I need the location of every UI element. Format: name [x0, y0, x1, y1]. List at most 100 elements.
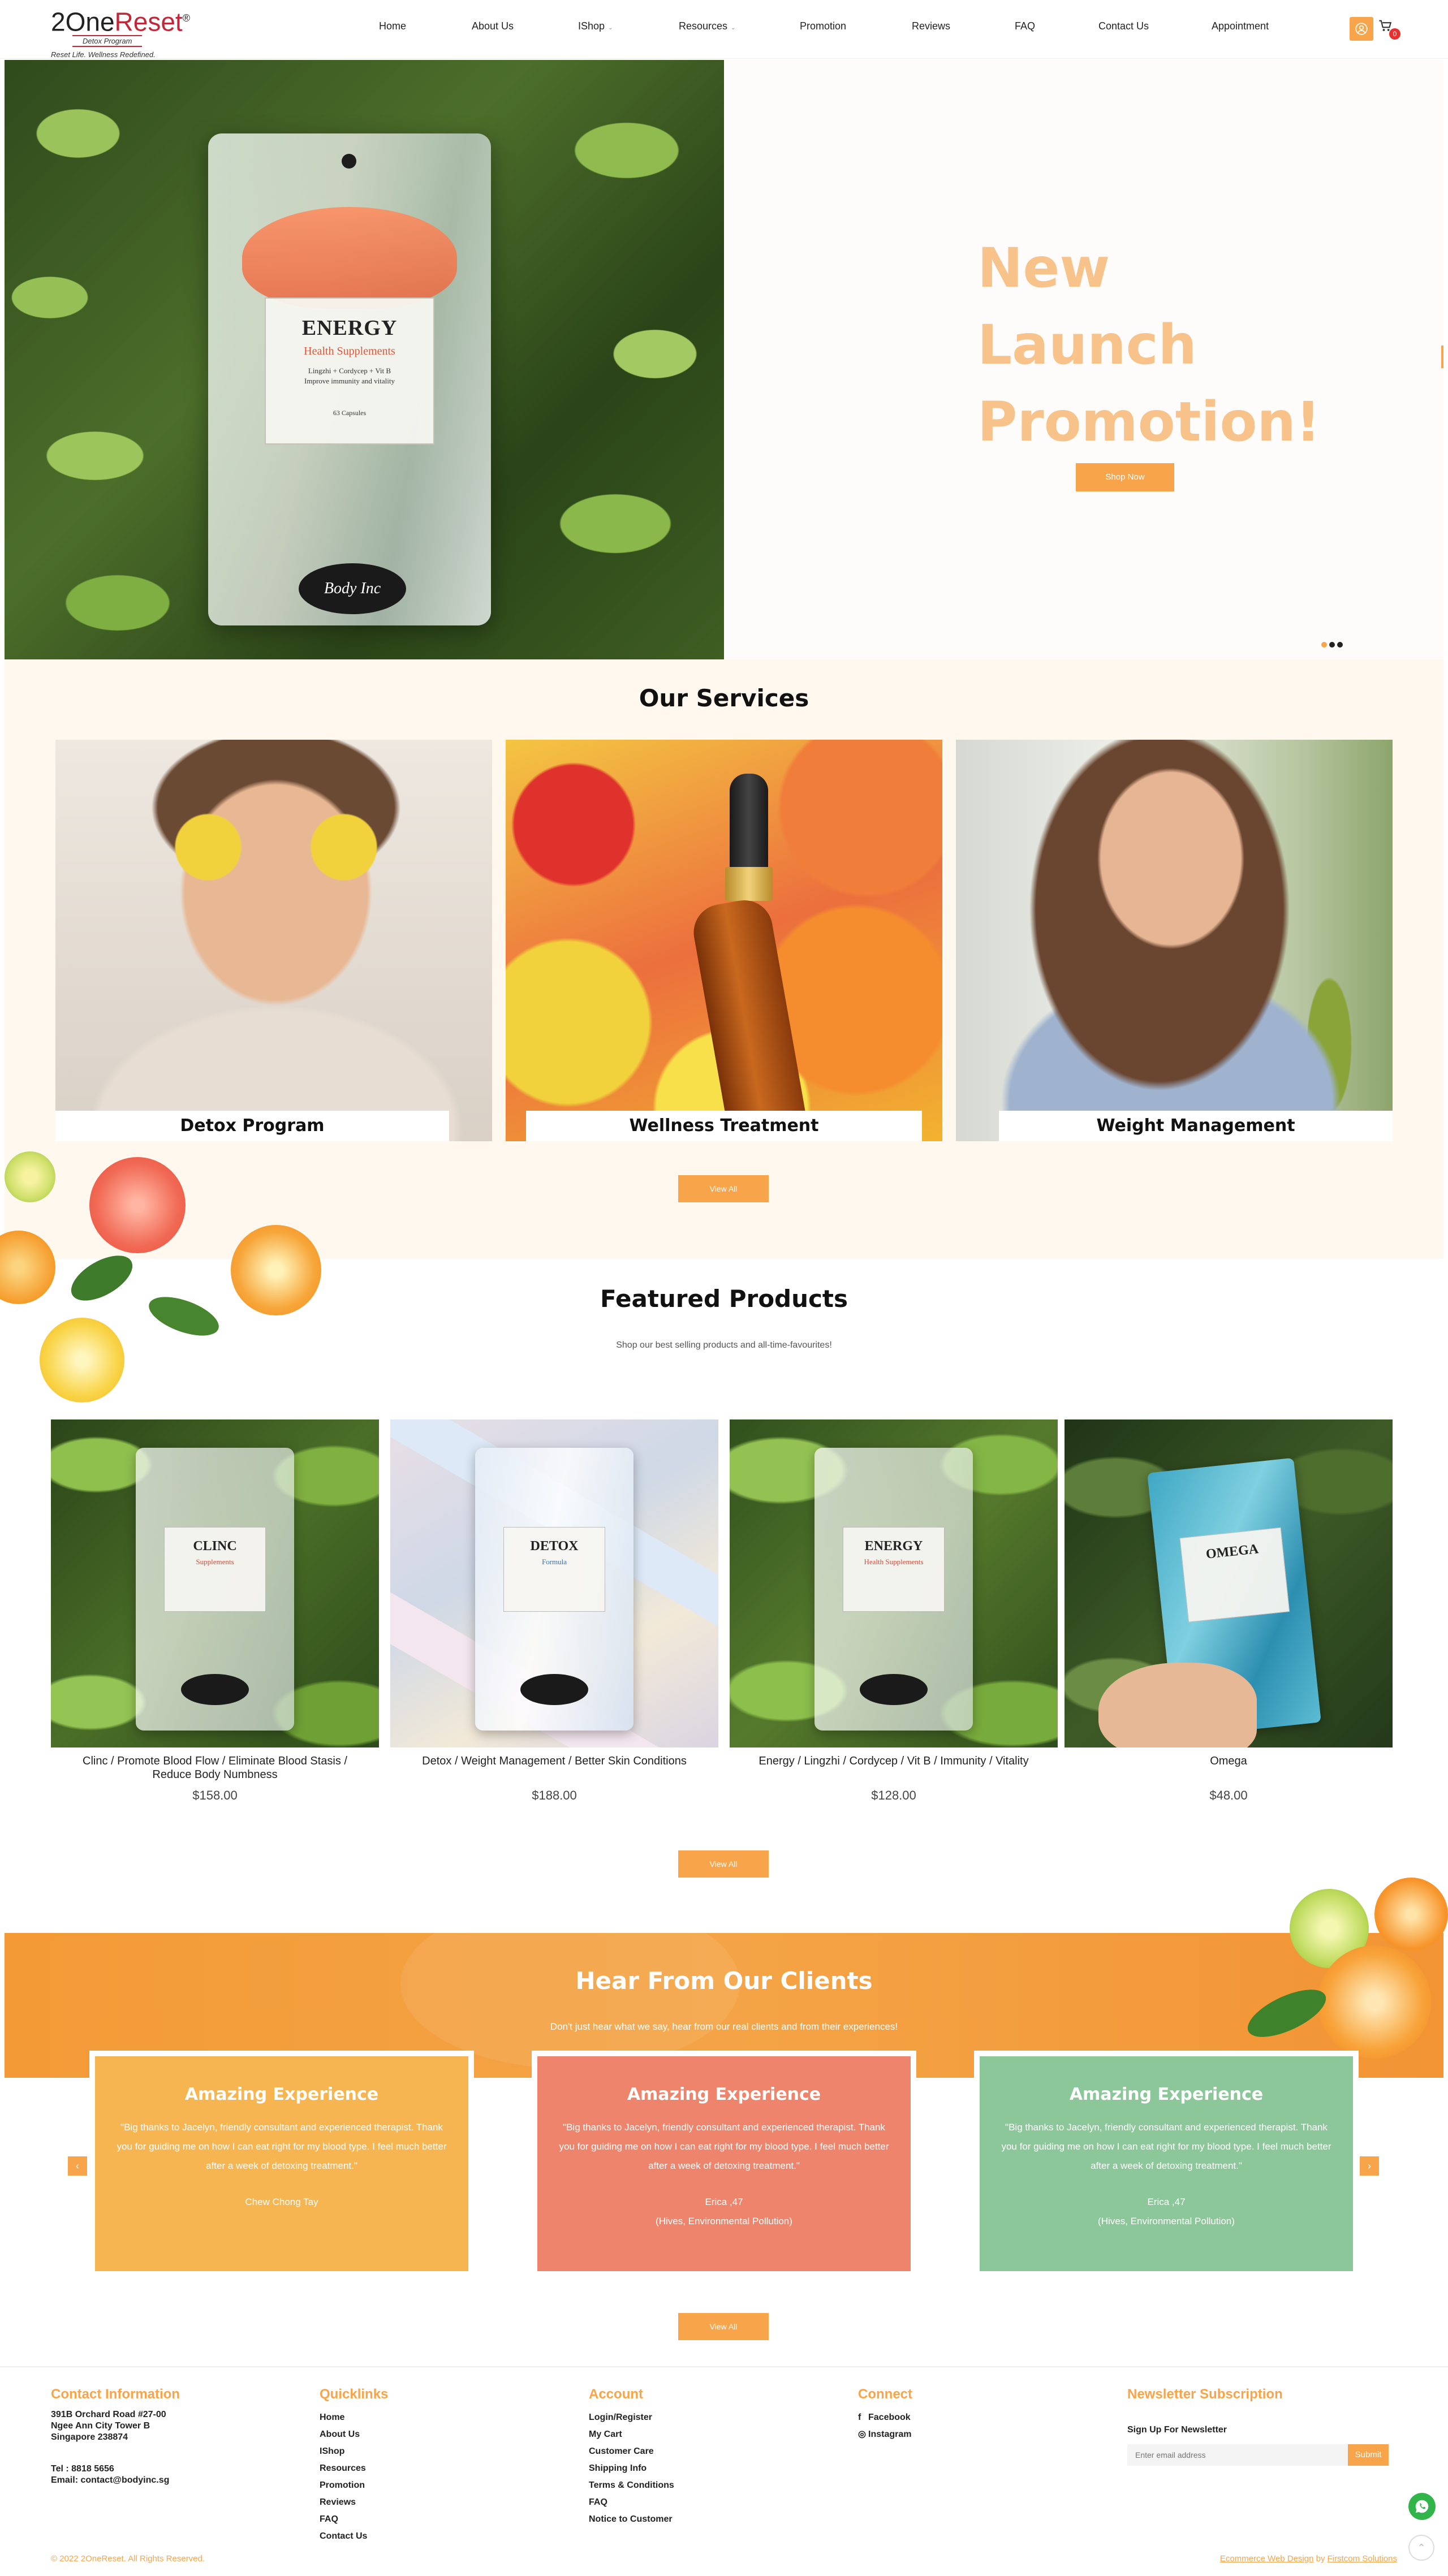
credit-link-company[interactable]: Firstcom Solutions	[1328, 2554, 1397, 2564]
cart-button[interactable]: 0	[1378, 18, 1400, 41]
service-card-weight[interactable]: Weight Management	[956, 740, 1393, 1141]
back-to-top-button[interactable]: ⌃	[1408, 2535, 1434, 2561]
credit-link-web-design[interactable]: Ecommerce Web Design	[1220, 2554, 1314, 2564]
main-nav: Home About Us IShop ⌄ Resources ⌄ Promotio…	[379, 20, 1284, 37]
pouch-label: ENERGY Health Supplements Lingzhi + Cord…	[265, 297, 434, 445]
testimonial-card: Amazing Experience "Big thanks to Jacely…	[89, 2051, 474, 2277]
footer-link-my-cart[interactable]: My Cart	[589, 2426, 674, 2443]
product-image[interactable]: ENERGY Health Supplements	[730, 1419, 1058, 1747]
logo-wordmark: 2OneReset®	[51, 7, 190, 37]
service-label: Detox Program	[55, 1111, 449, 1141]
service-image	[506, 740, 942, 1141]
whatsapp-button[interactable]	[1408, 2493, 1436, 2520]
contact-email[interactable]: Email: contact@bodyinc.sg	[51, 2475, 180, 2486]
footer-link-faq[interactable]: FAQ	[320, 2511, 388, 2528]
footer-link-login[interactable]: Login/Register	[589, 2409, 674, 2426]
featured-products-subtitle: Shop our best selling products and all-t…	[616, 1340, 832, 1350]
footer-connect: Connect f Facebook ◎ Instagram	[858, 2387, 912, 2443]
testimonial-next-button[interactable]: ›	[1360, 2156, 1379, 2176]
slider-dot[interactable]	[1321, 642, 1327, 648]
lime-decoration	[5, 1151, 55, 1202]
footer-link-terms[interactable]: Terms & Conditions	[589, 2477, 674, 2494]
account-button[interactable]	[1350, 17, 1373, 41]
footer-link-home[interactable]: Home	[320, 2409, 388, 2426]
newsletter-label: Sign Up For Newsletter	[1127, 2425, 1227, 2435]
contact-phone[interactable]: Tel : 8818 5656	[51, 2463, 180, 2475]
footer-heading: Account	[589, 2387, 643, 2402]
nav-faq[interactable]: FAQ	[1015, 20, 1035, 32]
footer-link-promotion[interactable]: Promotion	[320, 2477, 388, 2494]
pouch-title: ENERGY	[301, 316, 398, 340]
footer-account: Account Login/Register My Cart Customer …	[589, 2387, 674, 2528]
nav-resources[interactable]: Resources ⌄	[679, 20, 735, 32]
slider-dot[interactable]	[1329, 642, 1335, 648]
products-view-all-button[interactable]: View All	[678, 1850, 769, 1878]
newsletter-email-input[interactable]	[1127, 2444, 1348, 2466]
footer-heading: Newsletter Subscription	[1127, 2387, 1283, 2402]
copyright: © 2022 2OneReset. All Rights Reserved.	[51, 2554, 205, 2564]
nav-ishop[interactable]: IShop ⌄	[578, 20, 613, 32]
product-image[interactable]: CLINC Supplements	[51, 1419, 379, 1747]
product-price: $128.00	[871, 1788, 916, 1802]
slider-dot[interactable]	[1337, 642, 1343, 648]
product-price: $188.00	[532, 1788, 577, 1802]
address-line: 391B Orchard Road #27-00	[51, 2410, 166, 2419]
cart-count-badge: 0	[1389, 28, 1400, 40]
services-view-all-button[interactable]: View All	[678, 1175, 769, 1202]
testimonials-view-all-button[interactable]: View All	[678, 2313, 769, 2340]
logo[interactable]: 2OneReset® Detox Program Reset Life. Wel…	[51, 3, 190, 59]
product-name[interactable]: Energy / Lingzhi / Cordycep / Vit B / Im…	[730, 1754, 1058, 1768]
slider-scroll-indicator	[1441, 346, 1443, 368]
nav-resources-label: Resources	[679, 20, 728, 32]
pouch-subtitle: Health Supplements	[304, 345, 395, 357]
testimonial-prev-button[interactable]: ‹	[68, 2156, 87, 2176]
nav-about-us[interactable]: About Us	[472, 20, 514, 32]
service-card-wellness[interactable]: Wellness Treatment	[506, 740, 942, 1141]
footer-link-contact-us[interactable]: Contact Us	[320, 2528, 388, 2545]
service-card-detox[interactable]: Detox Program	[55, 740, 492, 1141]
footer-link-notice[interactable]: Notice to Customer	[589, 2511, 674, 2528]
orange-decoration	[1318, 1945, 1431, 2059]
product-pouch-label: DETOX Formula	[503, 1527, 605, 1612]
facebook-icon: f	[858, 2413, 861, 2422]
facebook-link[interactable]: f Facebook	[858, 2409, 912, 2426]
newsletter-submit-button[interactable]: Submit	[1348, 2444, 1389, 2466]
address-line: Ngee Ann City Tower B	[51, 2421, 150, 2431]
product-name[interactable]: Detox / Weight Management / Better Skin …	[390, 1754, 718, 1768]
instagram-link[interactable]: ◎ Instagram	[858, 2426, 912, 2443]
nav-appointment[interactable]: Appointment	[1212, 20, 1269, 32]
nav-promotion[interactable]: Promotion	[800, 20, 846, 32]
footer-link-about-us[interactable]: About Us	[320, 2426, 388, 2443]
logo-subtitle: Detox Program	[72, 35, 143, 48]
product-image[interactable]: OMEGA	[1065, 1419, 1393, 1747]
footer-link-resources[interactable]: Resources	[320, 2460, 388, 2477]
nav-home[interactable]: Home	[379, 20, 406, 32]
nav-reviews[interactable]: Reviews	[912, 20, 950, 32]
service-image	[956, 740, 1393, 1141]
newsletter-form: Submit	[1127, 2444, 1389, 2466]
product-name[interactable]: Clinc / Promote Blood Flow / Eliminate B…	[51, 1754, 379, 1781]
service-label: Wellness Treatment	[526, 1111, 922, 1141]
product-pouch: DETOX Formula	[475, 1448, 634, 1731]
footer-link-ishop[interactable]: IShop	[320, 2443, 388, 2460]
pouch-hang-hole	[342, 154, 356, 169]
product-card-energy[interactable]: ENERGY Health Supplements Energy / Lingzh…	[730, 1419, 1058, 1802]
slider-dots	[1321, 640, 1345, 650]
product-card-omega[interactable]: OMEGA Omega $48.00	[1065, 1419, 1393, 1802]
footer-link-reviews[interactable]: Reviews	[320, 2494, 388, 2511]
footer-link-shipping[interactable]: Shipping Info	[589, 2460, 674, 2477]
nav-contact-us[interactable]: Contact Us	[1098, 20, 1149, 32]
product-price: $158.00	[192, 1788, 238, 1802]
product-card-detox[interactable]: DETOX Formula Detox / Weight Management /…	[390, 1419, 718, 1802]
lemon-decoration	[40, 1318, 124, 1403]
testimonial-author: Erica ,47 (Hives, Environmental Pollution…	[1098, 2197, 1235, 2227]
product-pouch-label: OMEGA	[1179, 1527, 1290, 1623]
footer-link-customer-care[interactable]: Customer Care	[589, 2443, 674, 2460]
product-name[interactable]: Omega	[1065, 1754, 1393, 1768]
shop-now-button[interactable]: Shop Now	[1076, 463, 1174, 491]
orange-decoration	[1374, 1878, 1448, 1951]
product-image[interactable]: DETOX Formula	[390, 1419, 718, 1747]
footer-link-faq[interactable]: FAQ	[589, 2494, 674, 2511]
hero-image: ENERGY Health Supplements Lingzhi + Cord…	[5, 60, 724, 659]
product-card-clinc[interactable]: CLINC Supplements Clinc / Promote Blood F…	[51, 1419, 379, 1802]
